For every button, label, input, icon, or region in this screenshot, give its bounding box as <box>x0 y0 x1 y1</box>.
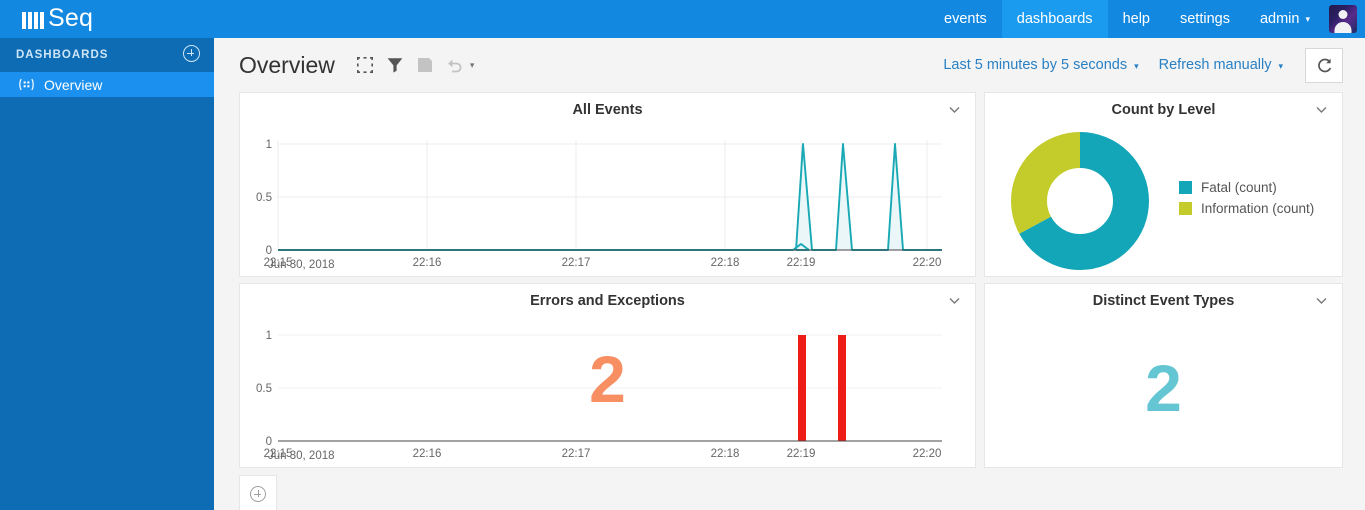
panel-body: 1 0.5 0 22:15 22:16 22:17 22:18 22:19 22… <box>240 126 975 276</box>
distinct-event-types-value: 2 <box>1145 351 1182 425</box>
time-range-label: Last 5 minutes by 5 seconds <box>943 57 1128 73</box>
panel-title: Count by Level <box>1111 101 1216 118</box>
fullscreen-icon[interactable] <box>356 57 373 73</box>
avatar[interactable] <box>1329 5 1357 33</box>
seq-bars-logo-icon <box>22 9 44 29</box>
nav-item-help[interactable]: help <box>1108 0 1165 38</box>
panel-errors-and-exceptions: Errors and Exceptions 1 0.5 0 22:15 22:1… <box>239 283 976 468</box>
panel-body: Fatal (count) Information (count) <box>985 126 1342 276</box>
circle-plus-icon <box>183 45 200 62</box>
toolbar-right: Last 5 minutes by 5 seconds ▾ Refresh ma… <box>933 47 1343 83</box>
panel-body: 1 0.5 0 22:15 22:16 22:17 22:18 22:19 22… <box>240 317 975 467</box>
user-menu-label: admin <box>1259 11 1300 27</box>
filter-icon[interactable] <box>387 57 403 73</box>
chart-date-label: Jun 30, 2018 <box>268 259 335 271</box>
sidebar-item-overview[interactable]: Overview <box>0 72 214 97</box>
svg-text:22:20: 22:20 <box>913 257 942 269</box>
nav-item-user-menu[interactable]: admin ▾ <box>1245 0 1325 38</box>
refresh-icon <box>1317 58 1331 72</box>
chevron-down-icon[interactable] <box>948 294 961 307</box>
svg-text:22:18: 22:18 <box>711 448 740 460</box>
chart-date-label: Jun 30, 2018 <box>268 450 335 462</box>
svg-text:22:18: 22:18 <box>711 257 740 269</box>
svg-text:1: 1 <box>266 139 272 151</box>
svg-text:0: 0 <box>266 245 272 257</box>
bar <box>798 335 806 441</box>
chevron-down-icon: ▾ <box>1278 60 1283 71</box>
svg-text:22:16: 22:16 <box>413 448 442 460</box>
chevron-down-icon[interactable] <box>1315 294 1328 307</box>
svg-text:0.5: 0.5 <box>256 192 272 204</box>
brand-name: Seq <box>48 3 94 32</box>
top-nav-items: events dashboards help settings admin ▾ <box>929 0 1365 38</box>
top-navigation-bar: Seq events dashboards help settings admi… <box>0 0 1365 38</box>
svg-text:22:17: 22:17 <box>562 257 591 269</box>
panel-title: All Events <box>572 101 643 118</box>
legend-item[interactable]: Fatal (count) <box>1179 180 1314 195</box>
donut-legend: Fatal (count) Information (count) <box>1179 180 1314 222</box>
undo-icon <box>447 59 462 73</box>
svg-text:22:20: 22:20 <box>913 448 942 460</box>
donut-chart <box>1011 132 1149 270</box>
chevron-down-icon[interactable] <box>1315 103 1328 116</box>
toolbar-icons: ▾ <box>356 57 475 73</box>
chevron-down-icon: ▾ <box>1134 60 1139 71</box>
panel-all-events: All Events 1 0.5 0 22:15 22:16 22:17 22:… <box>239 92 976 277</box>
legend-item[interactable]: Information (count) <box>1179 201 1314 216</box>
chart-errors-and-exceptions[interactable]: 1 0.5 0 22:15 22:16 22:17 22:18 22:19 22… <box>240 317 975 467</box>
dashboard-icon <box>18 77 35 92</box>
panel-count-by-level: Count by Level Fatal (count) Information… <box>984 92 1343 277</box>
sidebar-section-dashboards: DASHBOARDS <box>0 38 214 72</box>
svg-text:22:16: 22:16 <box>413 257 442 269</box>
nav-item-events[interactable]: events <box>929 0 1002 38</box>
save-icon <box>417 58 432 72</box>
seq-logo[interactable]: Seq <box>0 0 93 38</box>
panel-distinct-event-types: Distinct Event Types 2 <box>984 283 1343 468</box>
seq-dashboard-app: Seq events dashboards help settings admi… <box>0 0 1365 510</box>
svg-text:0: 0 <box>266 436 272 448</box>
svg-text:22:19: 22:19 <box>787 448 816 460</box>
refresh-mode-dropdown[interactable]: Refresh manually ▾ <box>1149 57 1293 73</box>
chevron-down-icon[interactable] <box>948 103 961 116</box>
panel-header: Distinct Event Types <box>985 284 1342 317</box>
svg-text:22:19: 22:19 <box>787 257 816 269</box>
refresh-button[interactable] <box>1305 47 1343 83</box>
legend-label: Information (count) <box>1201 201 1315 216</box>
sidebar-item-label: Overview <box>44 76 103 93</box>
legend-label: Fatal (count) <box>1201 180 1277 195</box>
panel-header: Errors and Exceptions <box>240 284 975 317</box>
panel-title: Distinct Event Types <box>1092 292 1235 309</box>
content-area: Overview ▾ Last 5 minutes by 5 seconds ▾… <box>214 38 1365 510</box>
add-dashboard-button[interactable] <box>183 45 200 65</box>
bar <box>838 335 846 441</box>
refresh-mode-label: Refresh manually <box>1158 57 1272 73</box>
chart-count-by-level[interactable]: Fatal (count) Information (count) <box>985 126 1342 276</box>
nav-item-settings[interactable]: settings <box>1165 0 1245 38</box>
sidebar: DASHBOARDS Overview <box>0 38 214 510</box>
svg-text:1: 1 <box>266 330 272 342</box>
legend-swatch-fatal <box>1179 181 1192 194</box>
chart-all-events[interactable]: 1 0.5 0 22:15 22:16 22:17 22:18 22:19 22… <box>240 126 975 276</box>
chevron-down-icon: ▾ <box>1305 13 1310 24</box>
legend-swatch-information <box>1179 202 1192 215</box>
panel-title: Errors and Exceptions <box>530 292 685 309</box>
add-panel-button[interactable] <box>239 475 277 510</box>
panel-header: All Events <box>240 93 975 126</box>
sidebar-section-label: DASHBOARDS <box>16 49 109 61</box>
dashboard-toolbar: Overview ▾ Last 5 minutes by 5 seconds ▾… <box>214 38 1365 92</box>
time-range-dropdown[interactable]: Last 5 minutes by 5 seconds ▾ <box>933 57 1148 73</box>
svg-text:22:17: 22:17 <box>562 448 591 460</box>
toolbar-more-caret-icon[interactable]: ▾ <box>470 60 475 71</box>
panel-body: 2 <box>985 317 1342 467</box>
page-title: Overview <box>239 51 335 78</box>
avatar-body <box>1334 22 1352 33</box>
panel-header: Count by Level <box>985 93 1342 126</box>
svg-text:0.5: 0.5 <box>256 383 272 395</box>
user-avatar-icon <box>1338 10 1348 19</box>
circle-plus-icon <box>250 486 266 502</box>
dashboard-grid: All Events 1 0.5 0 22:15 22:16 22:17 22:… <box>214 92 1365 468</box>
nav-item-dashboards[interactable]: dashboards <box>1001 0 1108 38</box>
